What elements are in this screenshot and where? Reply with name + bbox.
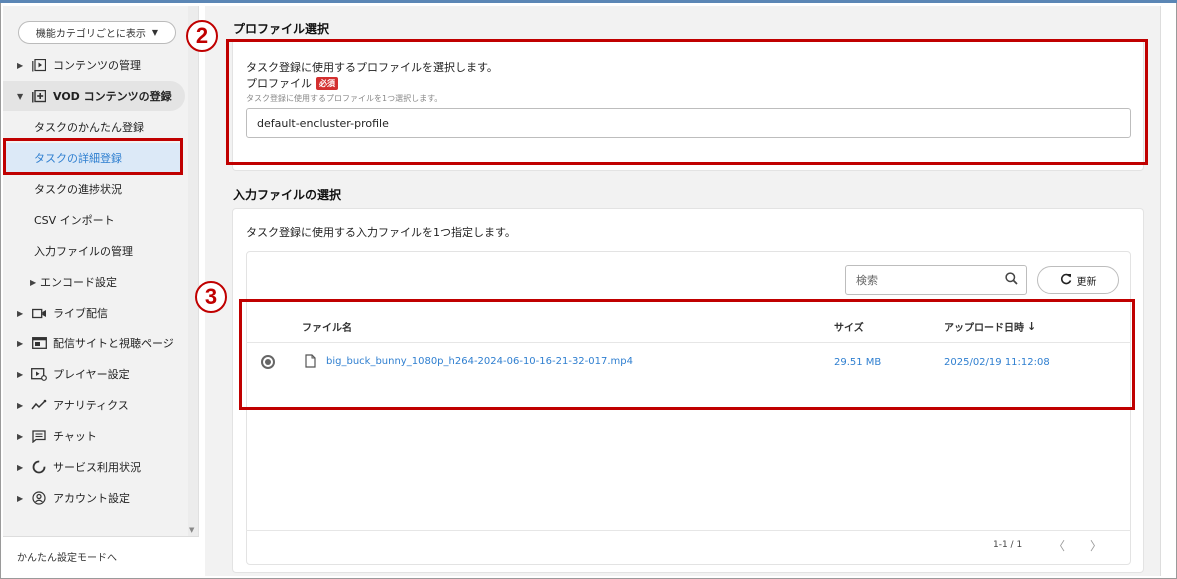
sidebar-item-label: ライブ配信 xyxy=(53,307,108,320)
pager-next-button[interactable]: 〉 xyxy=(1090,537,1102,554)
web-page-icon xyxy=(31,336,47,350)
view-mode-label: 機能カテゴリごとに表示 xyxy=(35,29,146,40)
search-input[interactable]: 検索 xyxy=(845,265,1027,295)
account-icon xyxy=(31,491,47,505)
sidebar-item-label: プレイヤー設定 xyxy=(53,368,130,381)
input-section-title: 入力ファイルの選択 xyxy=(233,188,342,202)
refresh-icon xyxy=(1060,273,1072,288)
main-scrollbar[interactable] xyxy=(1160,6,1173,576)
sidebar-item-label: VOD コンテンツの登録 xyxy=(53,90,172,103)
search-icon xyxy=(1005,272,1018,288)
sidebar-item-content-management[interactable]: ▶ コンテンツの管理 xyxy=(3,50,185,80)
pager-divider xyxy=(246,530,1131,531)
sidebar-item-usage[interactable]: ▶ サービス利用状況 xyxy=(3,452,185,482)
chevron-right-icon: ▶ xyxy=(17,338,24,348)
sidebar-item-label: コンテンツの管理 xyxy=(53,59,141,72)
sidebar-item-task-progress[interactable]: タスクの進捗状況 xyxy=(3,174,185,204)
chat-icon xyxy=(31,429,47,443)
sidebar-item-label: エンコード設定 xyxy=(40,276,117,289)
annotation-step-2-text: 2 xyxy=(195,23,209,48)
chevron-right-icon: ▶ xyxy=(17,369,24,379)
add-content-icon xyxy=(31,89,47,103)
sidebar-item-label: サービス利用状況 xyxy=(53,461,141,474)
caret-down-icon: ▼ xyxy=(151,28,159,37)
pager-prev-button[interactable]: 〈 xyxy=(1053,537,1065,554)
analytics-icon xyxy=(31,398,47,412)
annotation-step-3-text: 3 xyxy=(204,284,218,309)
annotation-step-2: 2 xyxy=(186,20,218,52)
annotation-box-file-table xyxy=(239,299,1135,410)
sidebar-item-label: 配信サイトと視聴ページ xyxy=(53,337,174,350)
top-accent-line xyxy=(0,0,1177,3)
sidebar-scrollbar[interactable]: ▼ xyxy=(188,6,198,536)
content-icon xyxy=(31,58,47,72)
sidebar-item-vod-registration[interactable]: ▼ VOD コンテンツの登録 xyxy=(3,81,185,111)
chevron-right-icon: ▶ xyxy=(17,493,24,503)
input-description: タスク登録に使用する入力ファイルを1つ指定します。 xyxy=(246,226,516,239)
chevron-right-icon: ▶ xyxy=(17,431,24,441)
sidebar-item-live[interactable]: ▶ ライブ配信 xyxy=(3,298,185,328)
usage-ring-icon xyxy=(31,460,47,474)
chevron-right-icon: ▶ xyxy=(30,277,37,287)
chevron-right-icon: ▶ xyxy=(17,60,24,70)
sidebar-item-chat[interactable]: ▶ チャット xyxy=(3,421,185,451)
sidebar-item-account[interactable]: ▶ アカウント設定 xyxy=(3,483,185,513)
sidebar-item-input-files[interactable]: 入力ファイルの管理 xyxy=(3,236,185,266)
sidebar-item-label: アナリティクス xyxy=(53,399,129,412)
profile-section-title: プロファイル選択 xyxy=(233,22,330,36)
simple-mode-label: かんたん設定モードへ xyxy=(17,553,117,564)
sidebar-item-label: チャット xyxy=(53,430,97,443)
sidebar-item-label: タスクの進捗状況 xyxy=(34,183,122,196)
sidebar-item-analytics[interactable]: ▶ アナリティクス xyxy=(3,390,185,420)
chevron-right-icon: ▶ xyxy=(17,462,24,472)
sidebar-item-csv-import[interactable]: CSV インポート xyxy=(3,205,185,235)
sidebar: 機能カテゴリごとに表示 ▼ ▶ コンテンツの管理 ▼ VOD コンテンツの登録 … xyxy=(3,6,199,576)
video-camera-icon xyxy=(31,306,47,320)
annotation-box-detail-task xyxy=(3,138,183,175)
refresh-label: 更新 xyxy=(1076,276,1097,288)
view-mode-select[interactable]: 機能カテゴリごとに表示 ▼ xyxy=(18,21,176,44)
player-settings-icon xyxy=(31,367,47,381)
sidebar-item-label: CSV インポート xyxy=(34,214,115,227)
sidebar-item-sites[interactable]: ▶ 配信サイトと視聴ページ xyxy=(3,328,185,358)
chevron-right-icon: ▶ xyxy=(17,308,24,318)
chevron-down-icon: ▼ xyxy=(17,91,24,101)
sidebar-item-label: アカウント設定 xyxy=(53,492,130,505)
annotation-step-3: 3 xyxy=(195,281,227,313)
chevron-right-icon: ▶ xyxy=(17,400,24,410)
search-placeholder: 検索 xyxy=(856,274,878,287)
sidebar-item-label: タスクのかんたん登録 xyxy=(34,121,144,134)
simple-mode-link[interactable]: かんたん設定モードへ xyxy=(3,536,199,576)
sidebar-item-encode-settings[interactable]: ▶ エンコード設定 xyxy=(3,267,185,297)
pager-range: 1-1 / 1 xyxy=(993,540,1023,550)
refresh-button[interactable]: 更新 xyxy=(1037,266,1119,294)
annotation-box-profile xyxy=(226,39,1148,165)
scroll-down-icon: ▼ xyxy=(189,526,195,534)
sidebar-item-label: 入力ファイルの管理 xyxy=(34,245,133,258)
sidebar-item-player[interactable]: ▶ プレイヤー設定 xyxy=(3,359,185,389)
